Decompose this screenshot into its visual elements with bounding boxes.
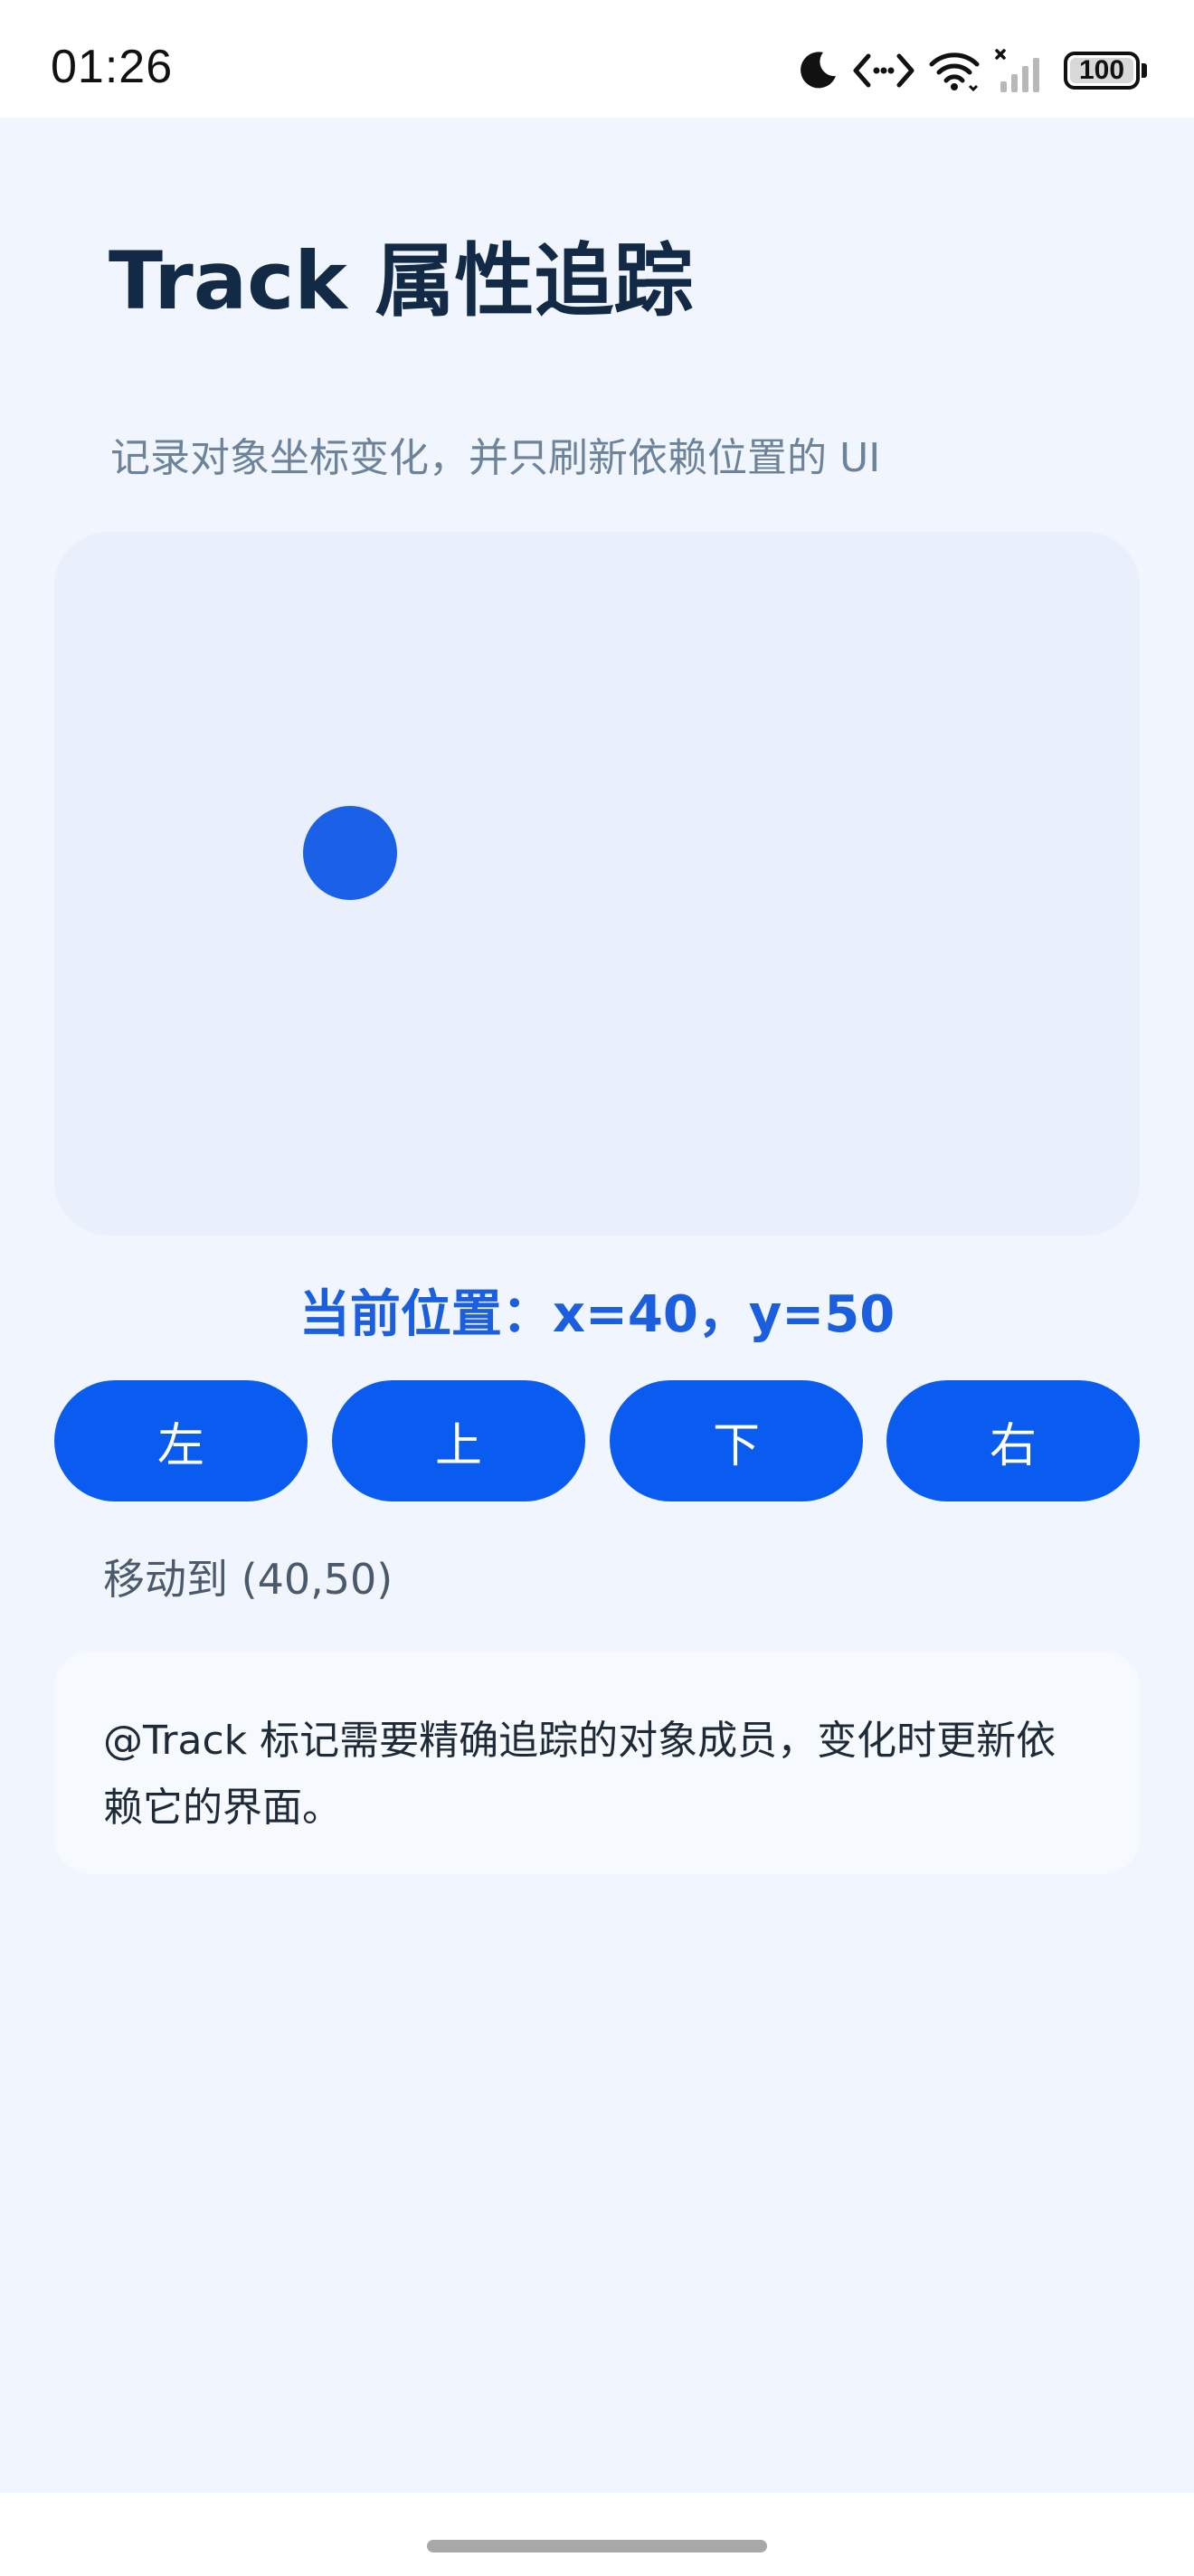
code-icon bbox=[852, 51, 915, 90]
signal-icon bbox=[993, 47, 1046, 94]
note-card: @Track 标记需要精确追踪的对象成员，变化时更新依赖它的界面。 bbox=[54, 1652, 1140, 1874]
navigation-bar bbox=[0, 2493, 1194, 2576]
move-down-button[interactable]: 下 bbox=[610, 1380, 863, 1501]
status-icons: 100 bbox=[796, 43, 1147, 98]
move-up-button[interactable]: 上 bbox=[332, 1380, 585, 1501]
tracked-ball bbox=[303, 806, 397, 900]
page-title: Track 属性追踪 bbox=[109, 234, 694, 327]
status-bar: 01:26 100 bbox=[0, 0, 1194, 118]
move-right-button[interactable]: 右 bbox=[886, 1380, 1140, 1501]
wifi-icon bbox=[928, 50, 981, 91]
page-subtitle: 记录对象坐标变化，并只刷新依赖位置的 UI bbox=[110, 435, 881, 481]
status-time: 01:26 bbox=[51, 41, 174, 93]
note-text: @Track 标记需要精确追踪的对象成员，变化时更新依赖它的界面。 bbox=[103, 1718, 1057, 1831]
battery-level: 100 bbox=[1078, 55, 1125, 85]
move-status: 移动到 (40,50) bbox=[103, 1555, 393, 1604]
position-label: 当前位置：x=40，y=50 bbox=[298, 1285, 896, 1344]
home-indicator[interactable] bbox=[427, 2540, 767, 2552]
move-left-button[interactable]: 左 bbox=[54, 1380, 308, 1501]
moon-icon bbox=[796, 49, 839, 92]
battery-icon: 100 bbox=[1064, 52, 1140, 90]
battery-cap bbox=[1142, 63, 1147, 78]
tracking-canvas bbox=[54, 532, 1140, 1236]
